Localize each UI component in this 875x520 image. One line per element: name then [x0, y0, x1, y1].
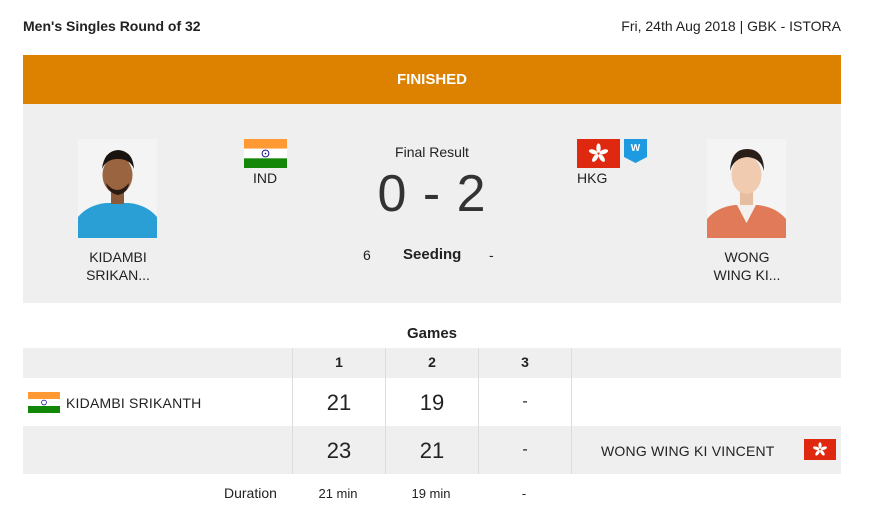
- score-p1-game3: -: [522, 393, 528, 410]
- column-game-1: 1: [335, 354, 343, 370]
- final-result-label: Final Result: [395, 144, 469, 160]
- match-header: Men's Singles Round of 32 Fri, 24th Aug …: [23, 14, 841, 38]
- country-code-right: HKG: [577, 170, 608, 186]
- match-summary-panel: KIDAMBI SRIKAN... WONG WING KI... IND W …: [23, 104, 841, 303]
- player-photo-right[interactable]: [707, 139, 786, 238]
- column-divider: [385, 348, 386, 474]
- score-p1-game2: 19: [419, 390, 445, 415]
- table-player-left[interactable]: KIDAMBI SRIKANTH: [66, 395, 201, 411]
- seed-left: 6: [363, 247, 371, 263]
- match-status-bar: FINISHED: [23, 55, 841, 104]
- score-p2-game2: 21: [419, 438, 445, 463]
- event-title: Men's Singles Round of 32: [23, 18, 201, 34]
- india-flag-icon: [244, 139, 287, 173]
- score-p2-game3: -: [522, 441, 528, 458]
- seed-right: -: [489, 247, 494, 263]
- country-code-left: IND: [253, 170, 278, 186]
- duration-game2: 19 min: [411, 486, 451, 501]
- player-name-right[interactable]: WONG WING KI...: [677, 248, 817, 284]
- svg-text:W: W: [631, 143, 641, 154]
- column-divider: [292, 348, 293, 474]
- games-title: Games: [406, 325, 458, 342]
- column-game-2: 2: [428, 354, 436, 370]
- seeding-label: Seeding: [403, 246, 462, 263]
- table-player-right[interactable]: WONG WING KI VINCENT: [601, 443, 775, 459]
- column-divider: [571, 348, 572, 474]
- duration-game1: 21 min: [318, 486, 358, 501]
- final-score: 0 - 2: [377, 165, 487, 223]
- player-right-name-line2: WING KI...: [713, 267, 781, 283]
- table-row: KIDAMBI SRIKANTH 21 19 -: [23, 378, 841, 426]
- hong-kong-flag-icon: [804, 439, 836, 465]
- player-left-name-line2: SRIKAN...: [86, 267, 150, 283]
- status-label: FINISHED: [396, 71, 467, 88]
- column-game-3: 3: [521, 354, 529, 370]
- player-photo-left[interactable]: [78, 139, 157, 238]
- player-right-avatar-icon: [707, 139, 786, 238]
- player-left-avatar-icon: [78, 139, 157, 238]
- event-date-venue: Fri, 24th Aug 2018 | GBK - ISTORA: [621, 18, 841, 34]
- hong-kong-flag-icon: [577, 139, 620, 173]
- player-name-left[interactable]: KIDAMBI SRIKAN...: [48, 248, 188, 284]
- duration-game3: -: [521, 486, 527, 501]
- player-left-name-line1: KIDAMBI: [89, 249, 147, 265]
- column-divider: [478, 348, 479, 474]
- score-p1-game1: 21: [326, 390, 352, 415]
- india-flag-icon: [28, 392, 60, 418]
- table-row: 23 21 - WONG WING KI VINCENT: [23, 426, 841, 474]
- player-right-name-line1: WONG: [724, 249, 770, 265]
- duration-label: Duration: [224, 485, 277, 501]
- games-table-header: 1 2 3: [23, 348, 841, 378]
- score-p2-game1: 23: [326, 438, 352, 463]
- winner-badge-icon: W: [624, 139, 647, 168]
